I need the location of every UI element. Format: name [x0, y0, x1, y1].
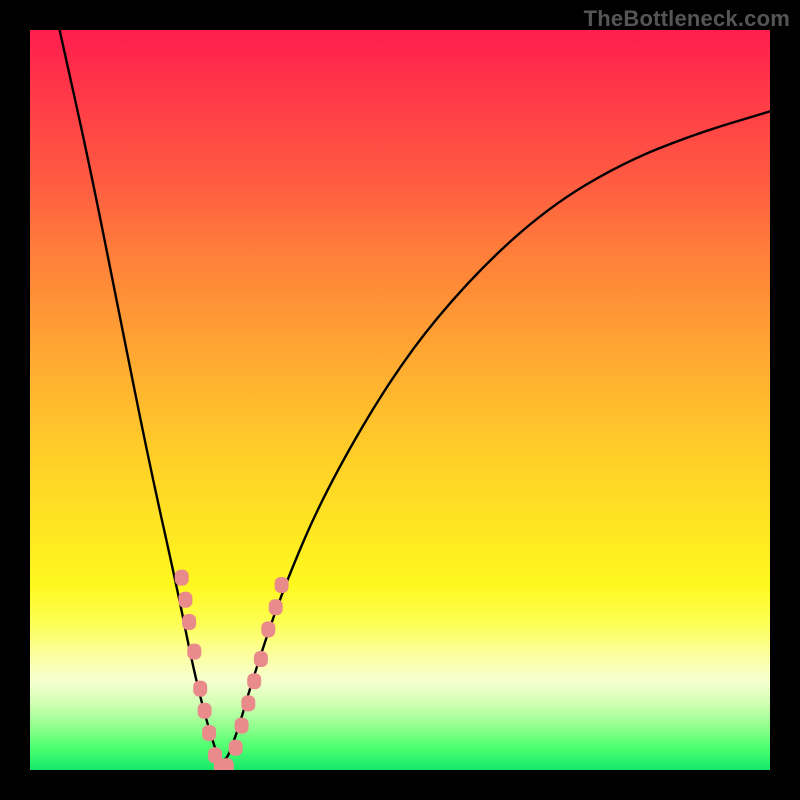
plot-area [30, 30, 770, 770]
chart-stage: TheBottleneck.com [0, 0, 800, 800]
watermark-text: TheBottleneck.com [584, 6, 790, 32]
gradient-background [30, 30, 770, 770]
